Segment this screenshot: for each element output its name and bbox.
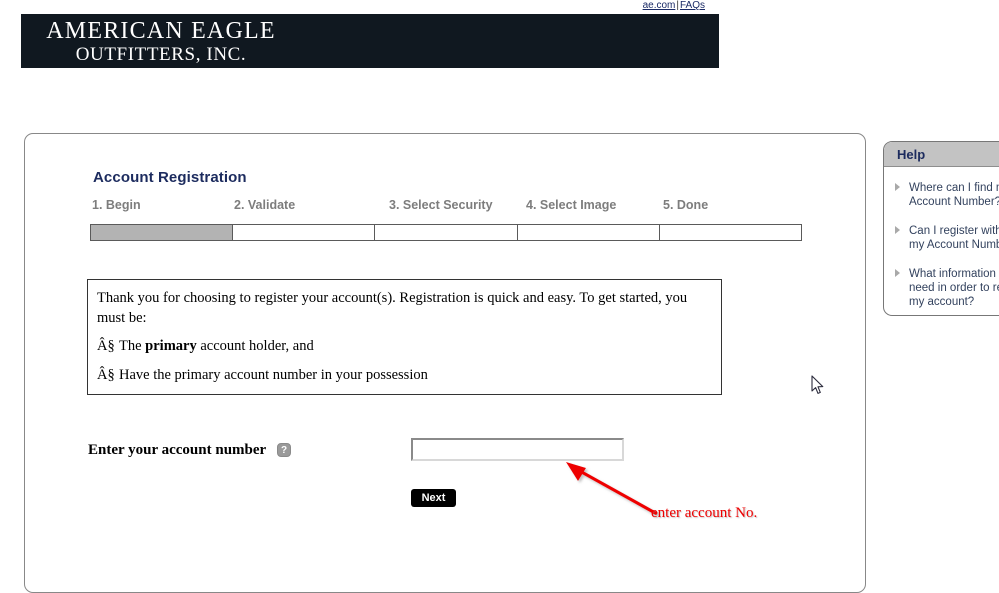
annotation-label: enter account No. [651, 505, 758, 521]
triangle-bullet-icon [895, 226, 900, 234]
help-item-1[interactable]: Where can I find my Account Number? [894, 181, 999, 209]
registration-progress-bar [90, 224, 803, 241]
logo-line-secondary: OUTFITTERS, INC. [75, 44, 247, 65]
triangle-bullet-icon [895, 269, 900, 277]
progress-cell-3 [374, 224, 517, 241]
logo-line-primary: AMERICAN EAGLE [46, 18, 276, 44]
progress-cell-5 [658, 224, 803, 241]
registration-info-box: Thank you for choosing to register your … [87, 279, 722, 395]
faqs-link[interactable]: FAQs [680, 0, 705, 11]
progress-cell-2 [232, 224, 375, 241]
bullet-marker-2: Â§ [97, 367, 115, 383]
bullet-1-prefix: The [119, 338, 146, 354]
progress-cell-4 [516, 224, 659, 241]
help-item-2[interactable]: Can I register without my Account Number… [894, 224, 999, 252]
help-question-icon[interactable]: ? [277, 443, 291, 457]
registration-step-labels: 1. Begin 2. Validate 3. Select Security … [92, 198, 792, 216]
help-item-3[interactable]: What information will I need in order to… [894, 267, 999, 309]
info-intro-text: Thank you for choosing to register your … [97, 290, 688, 326]
american-eagle-logo[interactable]: AMERICAN EAGLE OUTFITTERS, INC. [31, 19, 291, 66]
bullet-1-bold: primary [145, 338, 197, 354]
step-label-1: 1. Begin [92, 198, 141, 212]
progress-cell-1 [90, 224, 233, 241]
info-bullet-1: Â§ The primary account holder, and [97, 336, 712, 356]
triangle-bullet-icon [895, 183, 900, 191]
step-label-3: 3. Select Security [389, 198, 493, 212]
help-links-list: Where can I find my Account Number? Can … [884, 167, 999, 309]
help-item-3-label: What information will I need in order to… [909, 268, 999, 308]
step-label-2: 2. Validate [234, 198, 296, 212]
bullet-marker-1: Â§ [97, 338, 115, 354]
next-button[interactable]: Next [411, 489, 456, 507]
info-bullet-2: Â§ Have the primary account number in you… [97, 365, 712, 385]
help-panel-title: Help [884, 142, 999, 167]
page-title: Account Registration [93, 169, 247, 186]
step-label-5: 5. Done [663, 198, 709, 212]
bullet-2-text: Have the primary account number in your … [119, 367, 428, 383]
account-registration-panel: Account Registration 1. Begin 2. Validat… [24, 133, 866, 593]
help-panel: Help Where can I find my Account Number?… [883, 141, 999, 316]
account-number-label: Enter your account number [88, 442, 267, 458]
help-item-1-label: Where can I find my Account Number? [909, 182, 999, 208]
site-masthead: AMERICAN EAGLE OUTFITTERS, INC. [21, 14, 719, 68]
top-utility-links: ae.com|FAQs [0, 0, 719, 13]
bullet-1-suffix: account holder, and [196, 338, 314, 354]
ae-com-link[interactable]: ae.com [643, 0, 676, 11]
step-label-4: 4. Select Image [526, 198, 617, 212]
help-item-2-label: Can I register without my Account Number… [909, 225, 999, 251]
account-number-input[interactable] [411, 438, 624, 461]
